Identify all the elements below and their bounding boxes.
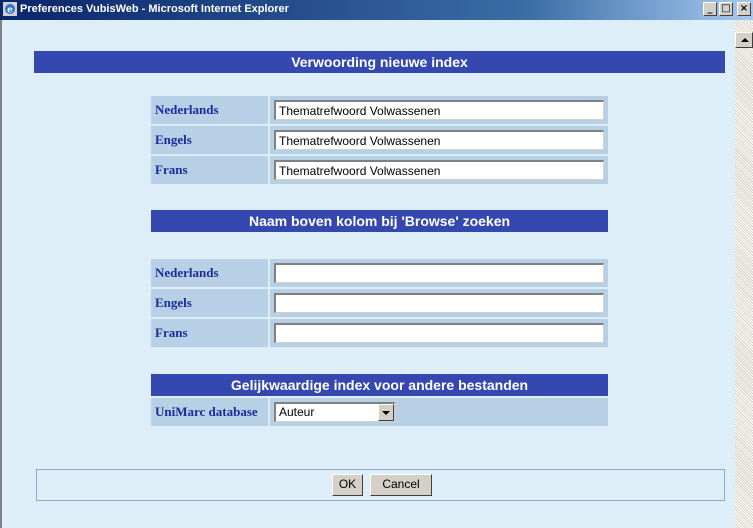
cell-frans (270, 156, 608, 184)
cell-engels (270, 126, 608, 154)
window-title: Preferences VubisWeb - Microsoft Interne… (20, 3, 289, 15)
chevron-down-icon (382, 411, 390, 415)
scroll-up-arrow-icon (741, 38, 749, 42)
ok-button[interactable]: OK (332, 474, 363, 496)
label-browse-frans: Frans (151, 319, 268, 347)
dropdown-button[interactable] (378, 404, 394, 421)
cell-unimarc-database: Auteur (270, 398, 608, 426)
cell-browse-frans (270, 319, 608, 347)
browse-nederlands-input[interactable] (274, 263, 604, 283)
nederlands-input[interactable] (274, 100, 604, 120)
browse-frans-input[interactable] (274, 323, 604, 343)
cell-browse-engels (270, 289, 608, 317)
title-bar: e Preferences VubisWeb - Microsoft Inter… (0, 0, 753, 20)
label-browse-nederlands: Nederlands (151, 259, 268, 287)
browse-engels-input[interactable] (274, 293, 604, 313)
minimize-button[interactable]: _ (703, 2, 717, 16)
section-header-browse-kolom: Naam boven kolom bij 'Browse' zoeken (151, 210, 608, 232)
frans-input[interactable] (274, 160, 604, 180)
scroll-up-button[interactable] (735, 32, 753, 48)
select-value: Auteur (279, 405, 315, 419)
ie-icon: e (3, 2, 17, 16)
cell-nederlands (270, 96, 608, 124)
cell-browse-nederlands (270, 259, 608, 287)
label-nederlands: Nederlands (151, 96, 268, 124)
cancel-button[interactable]: Cancel (370, 474, 432, 496)
section-header-gelijkwaardige-index: Gelijkwaardige index voor andere bestand… (151, 374, 608, 396)
close-button[interactable]: × (737, 2, 751, 16)
label-unimarc-database: UniMarc database (151, 398, 268, 426)
vertical-scrollbar[interactable] (735, 20, 753, 528)
label-frans: Frans (151, 156, 268, 184)
browser-window: e Preferences VubisWeb - Microsoft Inter… (0, 0, 753, 528)
maximize-button[interactable]: □ (719, 2, 733, 16)
label-engels: Engels (151, 126, 268, 154)
svg-text:e: e (7, 6, 13, 16)
unimarc-database-select[interactable]: Auteur (274, 402, 395, 422)
section-header-verwoording: Verwoording nieuwe index (34, 51, 725, 73)
engels-input[interactable] (274, 130, 604, 150)
label-browse-engels: Engels (151, 289, 268, 317)
dialog-content: Verwoording nieuwe index Nederlands Enge… (0, 20, 735, 528)
button-bar: OK Cancel (36, 469, 725, 501)
